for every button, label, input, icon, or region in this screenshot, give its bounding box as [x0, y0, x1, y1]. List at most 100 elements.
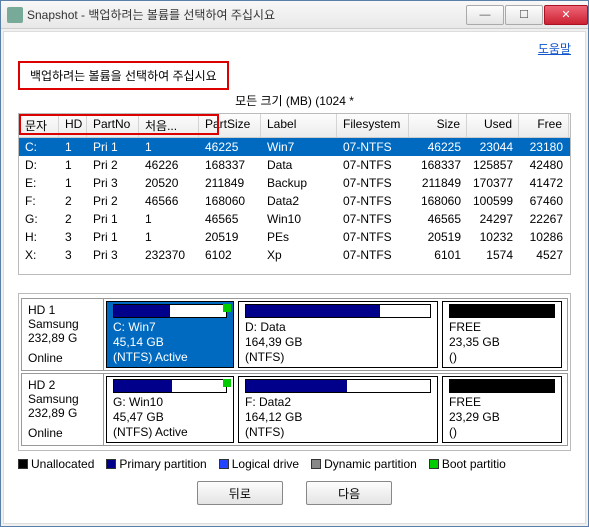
cell-c5: PEs — [261, 229, 337, 245]
partition-box[interactable]: G: Win1045,47 GB(NTFS) Active — [106, 376, 234, 443]
cell-c6: 07-NTFS — [337, 247, 409, 263]
cell-c0: E: — [19, 175, 59, 191]
table-row[interactable]: E:1Pri 320520211849Backup07-NTFS21184917… — [19, 174, 570, 192]
partition-label: 45,47 GB — [113, 410, 227, 425]
cell-c0: C: — [19, 139, 59, 155]
window-title: Snapshot - 백업하려는 볼륨를 선택하여 주십시요 — [27, 6, 466, 23]
usage-bar — [449, 304, 555, 318]
cell-c0: H: — [19, 229, 59, 245]
cell-c9: 4527 — [519, 247, 569, 263]
cell-c8: 125857 — [467, 157, 519, 173]
col-filesystem[interactable]: Filesystem — [337, 114, 409, 137]
col-used[interactable]: Used — [467, 114, 519, 137]
legend-swatch — [106, 459, 116, 469]
cell-c4: 6102 — [199, 247, 261, 263]
legend-item: Unallocated — [18, 457, 94, 471]
cell-c3: 1 — [139, 229, 199, 245]
legend: UnallocatedPrimary partitionLogical driv… — [18, 457, 571, 471]
legend-label: Unallocated — [31, 457, 94, 471]
partition-box[interactable]: FREE23,35 GB() — [442, 301, 562, 368]
cell-c4: 20519 — [199, 229, 261, 245]
cell-c7: 46565 — [409, 211, 467, 227]
maximize-button[interactable]: ☐ — [505, 5, 543, 25]
titlebar[interactable]: Snapshot - 백업하려는 볼륨를 선택하여 주십시요 — ☐ ✕ — [1, 1, 588, 29]
cell-c2: Pri 1 — [87, 139, 139, 155]
cell-c0: D: — [19, 157, 59, 173]
cell-c9: 67460 — [519, 193, 569, 209]
disk-info: HD 1Samsung232,89 GOnline — [22, 299, 104, 370]
cell-c4: 46565 — [199, 211, 261, 227]
col-start[interactable]: 처음... — [139, 114, 199, 137]
partition-label: 23,29 GB — [449, 410, 555, 425]
col-partsize[interactable]: PartSize — [199, 114, 261, 137]
table-row[interactable]: H:3Pri 1120519PEs07-NTFS205191023210286 — [19, 228, 570, 246]
cell-c2: Pri 1 — [87, 211, 139, 227]
cell-c4: 46225 — [199, 139, 261, 155]
cell-c0: X: — [19, 247, 59, 263]
volume-table[interactable]: 문자 HD PartNo 처음... PartSize Label Filesy… — [18, 113, 571, 275]
usage-bar — [449, 379, 555, 393]
cell-c1: 2 — [59, 211, 87, 227]
partition-label: F: Data2 — [245, 395, 431, 410]
cell-c1: 1 — [59, 175, 87, 191]
cell-c6: 07-NTFS — [337, 139, 409, 155]
cell-c3: 46226 — [139, 157, 199, 173]
cell-c0: F: — [19, 193, 59, 209]
cell-c1: 1 — [59, 157, 87, 173]
table-row[interactable]: C:1Pri 1146225Win707-NTFS462252304423180 — [19, 138, 570, 156]
usage-bar — [113, 304, 227, 318]
partition-box[interactable]: F: Data2164,12 GB(NTFS) — [238, 376, 438, 443]
partition-label: () — [449, 350, 555, 365]
cell-c5: Xp — [261, 247, 337, 263]
partition-box[interactable]: C: Win745,14 GB(NTFS) Active — [106, 301, 234, 368]
back-button[interactable]: 뒤로 — [197, 481, 283, 505]
col-size[interactable]: Size — [409, 114, 467, 137]
table-row[interactable]: X:3Pri 32323706102Xp07-NTFS610115744527 — [19, 246, 570, 264]
table-row[interactable]: G:2Pri 1146565Win1007-NTFS46565242972226… — [19, 210, 570, 228]
cell-c2: Pri 3 — [87, 175, 139, 191]
size-units-label: 모든 크기 (MB) (1024 * — [18, 92, 571, 109]
next-button[interactable]: 다음 — [306, 481, 392, 505]
cell-c7: 20519 — [409, 229, 467, 245]
cell-c9: 22267 — [519, 211, 569, 227]
partition-label: 164,39 GB — [245, 335, 431, 350]
table-row[interactable]: D:1Pri 246226168337Data07-NTFS1683371258… — [19, 156, 570, 174]
col-partno[interactable]: PartNo — [87, 114, 139, 137]
footer-buttons: 뒤로 다음 — [18, 481, 571, 513]
legend-label: Primary partition — [119, 457, 206, 471]
usage-bar — [245, 304, 431, 318]
partition-label: (NTFS) — [245, 425, 431, 440]
col-letter[interactable]: 문자 — [19, 114, 59, 137]
table-row[interactable]: F:2Pri 246566168060Data207-NTFS168060100… — [19, 192, 570, 210]
legend-swatch — [429, 459, 439, 469]
usage-bar — [245, 379, 431, 393]
cell-c4: 168337 — [199, 157, 261, 173]
help-link[interactable]: 도움말 — [538, 42, 571, 56]
partition-box[interactable]: FREE23,29 GB() — [442, 376, 562, 443]
col-label[interactable]: Label — [261, 114, 337, 137]
legend-swatch — [219, 459, 229, 469]
minimize-button[interactable]: — — [466, 5, 504, 25]
cell-c1: 2 — [59, 193, 87, 209]
partition-box[interactable]: D: Data164,39 GB(NTFS) — [238, 301, 438, 368]
col-free[interactable]: Free — [519, 114, 569, 137]
close-button[interactable]: ✕ — [544, 5, 588, 25]
cell-c8: 100599 — [467, 193, 519, 209]
cell-c5: Win10 — [261, 211, 337, 227]
cell-c8: 23044 — [467, 139, 519, 155]
cell-c7: 168060 — [409, 193, 467, 209]
cell-c4: 168060 — [199, 193, 261, 209]
usage-bar — [113, 379, 227, 393]
partition-label: FREE — [449, 320, 555, 335]
cell-c9: 10286 — [519, 229, 569, 245]
cell-c2: Pri 1 — [87, 229, 139, 245]
table-header: 문자 HD PartNo 처음... PartSize Label Filesy… — [19, 114, 570, 138]
partition-label: 23,35 GB — [449, 335, 555, 350]
cell-c8: 24297 — [467, 211, 519, 227]
legend-swatch — [311, 459, 321, 469]
partition-label: C: Win7 — [113, 320, 227, 335]
col-hd[interactable]: HD — [59, 114, 87, 137]
table-body: C:1Pri 1146225Win707-NTFS462252304423180… — [19, 138, 570, 264]
cell-c3: 1 — [139, 211, 199, 227]
help-row: 도움말 — [18, 40, 571, 57]
